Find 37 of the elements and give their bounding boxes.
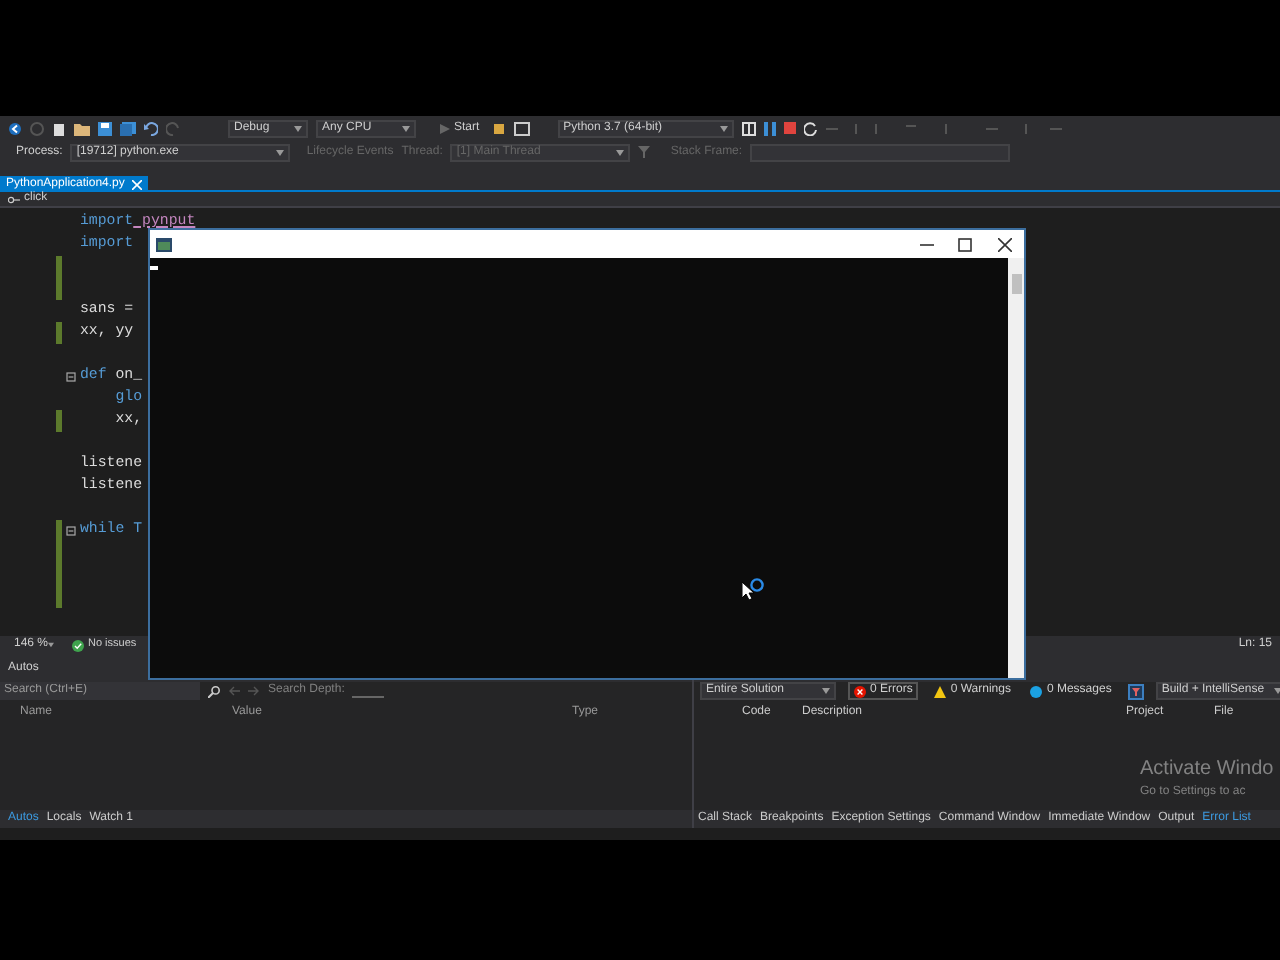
- error-icon: [854, 685, 866, 697]
- caret-icon: [1273, 688, 1280, 694]
- back-icon[interactable]: [8, 121, 22, 135]
- layout-icon[interactable]: [741, 121, 756, 135]
- collapse-icon[interactable]: [66, 526, 76, 536]
- stop-icon[interactable]: [783, 122, 796, 134]
- caret-icon: [719, 125, 728, 131]
- caret-icon: [276, 149, 285, 155]
- member-icon: [8, 195, 20, 203]
- pin-icon[interactable]: [491, 121, 506, 135]
- new-item-icon[interactable]: [52, 121, 66, 135]
- save-icon[interactable]: [98, 121, 112, 135]
- scrollbar[interactable]: [1008, 258, 1024, 678]
- restart-icon[interactable]: [803, 121, 818, 135]
- text-cursor-icon: [150, 266, 158, 270]
- window-icon[interactable]: [513, 121, 530, 135]
- save-all-icon[interactable]: [120, 121, 136, 135]
- caret-icon: [48, 642, 54, 648]
- filter-icon[interactable]: [1127, 683, 1144, 699]
- caret-icon: [294, 125, 302, 131]
- check-icon: [72, 639, 84, 651]
- info-icon: [1030, 685, 1043, 697]
- pause-icon[interactable]: [763, 121, 776, 135]
- collapse-icon[interactable]: [66, 372, 76, 382]
- undo-icon[interactable]: [144, 121, 158, 135]
- console-app-icon: [156, 237, 172, 251]
- filter-icon[interactable]: [638, 146, 651, 158]
- activation-title: Activate Windo: [1140, 756, 1276, 784]
- caret-icon: [616, 149, 625, 155]
- play-icon: [440, 123, 450, 133]
- caret-icon: [402, 125, 410, 131]
- close-icon[interactable]: [998, 237, 1012, 251]
- search-icon[interactable]: [208, 685, 220, 697]
- busy-cursor-icon: [742, 578, 764, 600]
- maximize-icon[interactable]: [958, 237, 972, 251]
- folder-icon[interactable]: [74, 121, 90, 135]
- caret-icon: [822, 688, 830, 694]
